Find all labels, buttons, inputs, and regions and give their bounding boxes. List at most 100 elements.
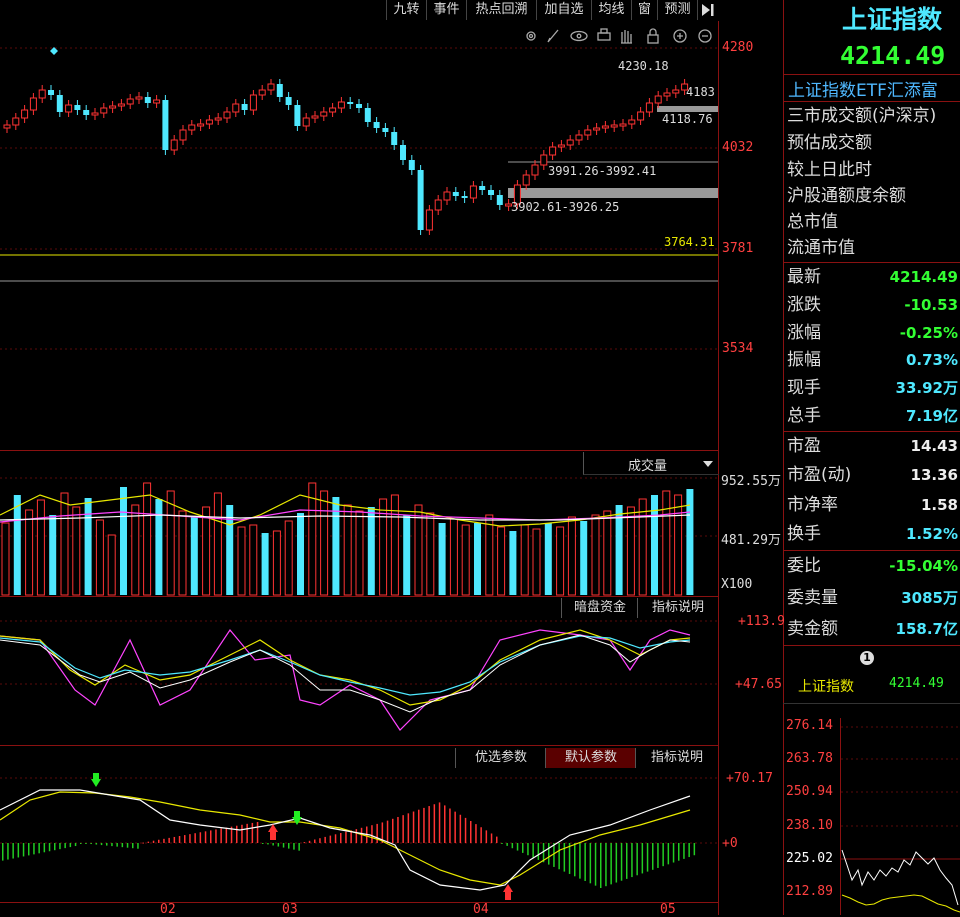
- mini-label-2: 263.78: [786, 751, 833, 766]
- stat-value: 4214.49: [889, 268, 958, 286]
- candle-body: [205, 119, 213, 125]
- macd-bar: [142, 842, 144, 844]
- dark-pool-label-2: +47.65: [735, 677, 782, 692]
- stat-label: 最新: [787, 267, 821, 287]
- forecast-button[interactable]: 预测: [657, 0, 697, 20]
- volume-bar: [626, 506, 635, 596]
- hotspot-review-button[interactable]: 热点回溯: [466, 0, 536, 20]
- macd-bar: [454, 811, 456, 843]
- macd-bar: [589, 843, 592, 884]
- candlestick-chart[interactable]: [0, 21, 718, 451]
- price-label-4: 3534: [722, 341, 754, 356]
- stat-label: 涨幅: [787, 322, 821, 343]
- price-label-3: 3781: [722, 241, 754, 256]
- stat-label: 市盈: [787, 436, 821, 456]
- sep-a: [783, 74, 960, 75]
- macd-bar: [667, 843, 670, 865]
- volume-bar: [367, 507, 375, 595]
- candle-body: [663, 92, 671, 97]
- candle-body: [619, 123, 627, 127]
- candle-body: [135, 96, 143, 100]
- volume-bar: [662, 490, 671, 596]
- jiuzhuan-button[interactable]: 九转: [386, 0, 426, 20]
- candle-body: [531, 164, 539, 176]
- volume-bar: [25, 509, 34, 596]
- macd-bar: [449, 808, 451, 843]
- volume-bar: [532, 528, 541, 596]
- sep-e: [783, 550, 960, 551]
- macd-bar: [17, 843, 20, 858]
- candle-body: [356, 104, 362, 108]
- collapse-panel-button[interactable]: [697, 0, 718, 20]
- volume-bar: [320, 490, 329, 596]
- macd-bar: [360, 827, 363, 843]
- macd-bar: [678, 843, 680, 861]
- macd-bar: [262, 843, 264, 844]
- macd-bar: [610, 843, 612, 885]
- volume-bar: [556, 526, 565, 596]
- candle-body: [549, 146, 557, 156]
- tab-indicator-help-2[interactable]: 指标说明: [635, 748, 718, 768]
- stat-row-stats1-1: 涨跌 -10.53: [787, 292, 960, 319]
- volume-bar: [591, 514, 600, 596]
- macd-bar: [314, 839, 316, 843]
- macd-chart[interactable]: [0, 770, 718, 902]
- dark-pool-chart[interactable]: [0, 618, 718, 745]
- info-row-4: 沪股通额度余额: [787, 186, 906, 206]
- macd-bar: [126, 843, 129, 848]
- candle-body: [584, 129, 592, 136]
- window-button[interactable]: 窗: [631, 0, 657, 20]
- event-button[interactable]: 事件: [426, 0, 466, 20]
- volume-chart[interactable]: [0, 455, 718, 596]
- stat-value: 3085万: [901, 588, 958, 607]
- macd-bar: [506, 843, 508, 846]
- candle-body: [540, 154, 548, 166]
- macd-bar: [662, 843, 664, 867]
- candle-body: [347, 102, 354, 104]
- macd-bar: [267, 843, 269, 845]
- volume-bar: [155, 499, 163, 595]
- volume-bar: [49, 515, 57, 595]
- macd-bar: [28, 843, 30, 856]
- candle-body: [628, 119, 636, 125]
- macd-bar: [438, 802, 441, 843]
- tab-indicator-help-1[interactable]: 指标说明: [637, 598, 718, 618]
- stat-label: 现手: [787, 378, 821, 399]
- macd-bar: [158, 839, 160, 843]
- volume-bar: [178, 510, 187, 596]
- tab-default-params[interactable]: 默认参数: [545, 748, 636, 768]
- stat-row-stats1-5: 总手 7.19亿: [787, 403, 960, 430]
- arrow-right-bar-icon: [702, 4, 714, 16]
- candle-body: [425, 209, 433, 231]
- macd-bar: [2, 843, 4, 861]
- macd-bar: [615, 843, 618, 883]
- annotation-gap2: 3902.61-3926.25: [511, 200, 620, 214]
- tab-dark-pool[interactable]: 暗盘资金: [561, 598, 638, 618]
- macd-bar: [116, 843, 118, 847]
- macd-bar: [631, 843, 633, 878]
- tab-preferred-params[interactable]: 优选参数: [455, 748, 546, 768]
- candle-body: [443, 191, 451, 201]
- macd-bar: [246, 823, 248, 843]
- macd-bar: [558, 843, 560, 870]
- macd-bar: [272, 843, 274, 846]
- macd-bar: [59, 843, 61, 850]
- etf-link[interactable]: 上证指数ETF汇添富: [788, 76, 938, 101]
- macd-bar: [683, 843, 685, 859]
- candle-body: [337, 101, 345, 109]
- candle-body: [452, 192, 459, 196]
- macd-bar: [475, 824, 477, 843]
- add-watchlist-button[interactable]: 加自选: [536, 0, 591, 20]
- macd-bar: [33, 843, 35, 855]
- candle-body: [170, 139, 178, 151]
- stat-value: 33.92万: [895, 379, 958, 398]
- macd-bar: [490, 833, 493, 843]
- macd-bar: [657, 843, 659, 868]
- candle-body: [488, 190, 494, 195]
- volume-bar: [355, 510, 364, 596]
- macd-bar: [298, 843, 300, 851]
- ma-button[interactable]: 均线: [591, 0, 631, 20]
- red-arrow-1: [268, 824, 278, 840]
- volume-bar: [297, 513, 304, 595]
- price-label-1: 4280: [722, 40, 754, 55]
